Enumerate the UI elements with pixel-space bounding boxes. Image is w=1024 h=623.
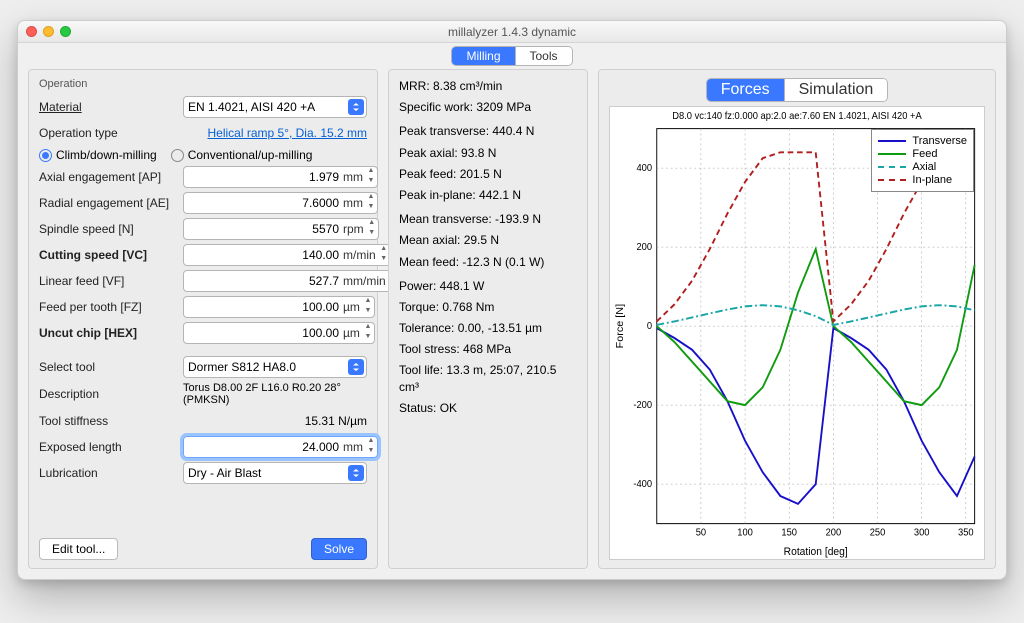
close-icon[interactable] (26, 26, 37, 37)
exposed-length-input[interactable]: mm▲▼ (183, 436, 378, 458)
operation-heading: Operation (39, 78, 367, 90)
lubrication-label: Lubrication (39, 466, 177, 480)
exposed-length-label: Exposed length (39, 440, 177, 454)
result-tool-stress: Tool stress: 468 MPa (399, 341, 577, 357)
titlebar: millalyzer 1.4.3 dynamic (18, 21, 1006, 43)
radio-climb-milling[interactable]: Climb/down-milling (39, 148, 157, 162)
svg-text:Rotation [deg]: Rotation [deg] (784, 546, 848, 558)
material-link[interactable]: Material (39, 100, 177, 114)
result-tolerance: Tolerance: 0.00, -13.51 µm (399, 320, 577, 336)
chevron-down-icon (348, 359, 364, 375)
plot-panel: Forces Simulation D8.0 vc:140 fz:0.000 a… (598, 69, 996, 569)
operation-type-link[interactable]: Helical ramp 5°, Dia. 15.2 mm (183, 126, 367, 140)
app-window: millalyzer 1.4.3 dynamic Milling Tools O… (17, 20, 1007, 580)
result-mean-feed: Mean feed: -12.3 N (0.1 W) (399, 254, 577, 270)
vf-label: Linear feed [VF] (39, 274, 177, 288)
svg-text:Force [N]: Force [N] (614, 304, 626, 349)
window-controls (26, 26, 71, 37)
svg-text:300: 300 (914, 527, 930, 538)
hex-input[interactable]: µm▲▼ (183, 322, 375, 344)
force-plot: D8.0 vc:140 fz:0.000 ap:2.0 ae:7.60 EN 1… (609, 106, 985, 560)
zoom-icon[interactable] (60, 26, 71, 37)
svg-text:200: 200 (826, 527, 842, 538)
result-mean-transverse: Mean transverse: -193.9 N (399, 211, 577, 227)
vc-input[interactable]: m/min▲▼ (183, 244, 391, 266)
stiffness-value: 15.31 N/µm (183, 414, 367, 428)
svg-text:250: 250 (870, 527, 886, 538)
result-tool-life: Tool life: 13.3 m, 25:07, 210.5 cm³ (399, 362, 577, 394)
result-power: Power: 448.1 W (399, 278, 577, 294)
fz-input[interactable]: µm▲▼ (183, 296, 375, 318)
operation-panel: Operation Material EN 1.4021, AISI 420 +… (28, 69, 378, 569)
plot-legend: TransverseFeedAxialIn-plane (871, 129, 974, 192)
fz-label: Feed per tooth [FZ] (39, 300, 177, 314)
description-value: Torus D8.00 2F L16.0 R0.20 28° (PMKSN) (183, 382, 367, 406)
ap-label: Axial engagement [AP] (39, 170, 177, 184)
result-peak-transverse: Peak transverse: 440.4 N (399, 123, 577, 139)
edit-tool-button[interactable]: Edit tool... (39, 538, 118, 560)
tab-milling[interactable]: Milling (452, 47, 515, 65)
svg-text:400: 400 (636, 163, 652, 174)
svg-text:100: 100 (737, 527, 753, 538)
tab-tools[interactable]: Tools (516, 47, 572, 65)
ae-label: Radial engagement [AE] (39, 196, 177, 210)
result-peak-axial: Peak axial: 93.8 N (399, 145, 577, 161)
hex-label: Uncut chip [HEX] (39, 326, 177, 340)
tab-forces[interactable]: Forces (707, 79, 785, 101)
n-input[interactable]: rpm▲▼ (183, 218, 379, 240)
chevron-down-icon (348, 99, 364, 115)
result-mrr: MRR: 8.38 cm³/min (399, 78, 577, 94)
ap-input[interactable]: mm▲▼ (183, 166, 378, 188)
chevron-down-icon (348, 465, 364, 481)
tab-simulation[interactable]: Simulation (785, 79, 888, 101)
n-label: Spindle speed [N] (39, 222, 177, 236)
svg-text:0: 0 (647, 321, 652, 332)
minimize-icon[interactable] (43, 26, 54, 37)
result-torque: Torque: 0.768 Nm (399, 299, 577, 315)
description-label: Description (39, 387, 177, 401)
result-peak-feed: Peak feed: 201.5 N (399, 166, 577, 182)
step-down-icon[interactable]: ▼ (365, 177, 377, 187)
result-specific-work: Specific work: 3209 MPa (399, 99, 577, 115)
window-title: millalyzer 1.4.3 dynamic (448, 25, 576, 39)
operation-type-label: Operation type (39, 126, 177, 140)
step-up-icon[interactable]: ▲ (365, 167, 377, 177)
vc-label: Cutting speed [VC] (39, 248, 177, 262)
radio-conventional-milling[interactable]: Conventional/up-milling (171, 148, 313, 162)
main-tabstrip: Milling Tools (18, 43, 1006, 69)
result-mean-axial: Mean axial: 29.5 N (399, 232, 577, 248)
svg-text:150: 150 (781, 527, 797, 538)
svg-text:-200: -200 (633, 400, 652, 411)
svg-text:-400: -400 (633, 479, 652, 490)
solve-button[interactable]: Solve (311, 538, 367, 560)
stiffness-label: Tool stiffness (39, 414, 177, 428)
material-select[interactable]: EN 1.4021, AISI 420 +A (183, 96, 367, 118)
results-panel: MRR: 8.38 cm³/min Specific work: 3209 MP… (388, 69, 588, 569)
ae-input[interactable]: mm▲▼ (183, 192, 378, 214)
svg-text:50: 50 (696, 527, 706, 538)
result-peak-inplane: Peak in-plane: 442.1 N (399, 187, 577, 203)
svg-text:350: 350 (958, 527, 974, 538)
vf-input[interactable]: mm/min▲▼ (183, 270, 401, 292)
svg-text:D8.0 vc:140 fz:0.000 ap:2.0 ae: D8.0 vc:140 fz:0.000 ap:2.0 ae:7.60 EN 1… (672, 111, 922, 122)
svg-text:200: 200 (636, 242, 652, 253)
select-tool-label: Select tool (39, 360, 177, 374)
select-tool[interactable]: Dormer S812 HA8.0 (183, 356, 367, 378)
result-status: Status: OK (399, 400, 577, 416)
lubrication-select[interactable]: Dry - Air Blast (183, 462, 367, 484)
